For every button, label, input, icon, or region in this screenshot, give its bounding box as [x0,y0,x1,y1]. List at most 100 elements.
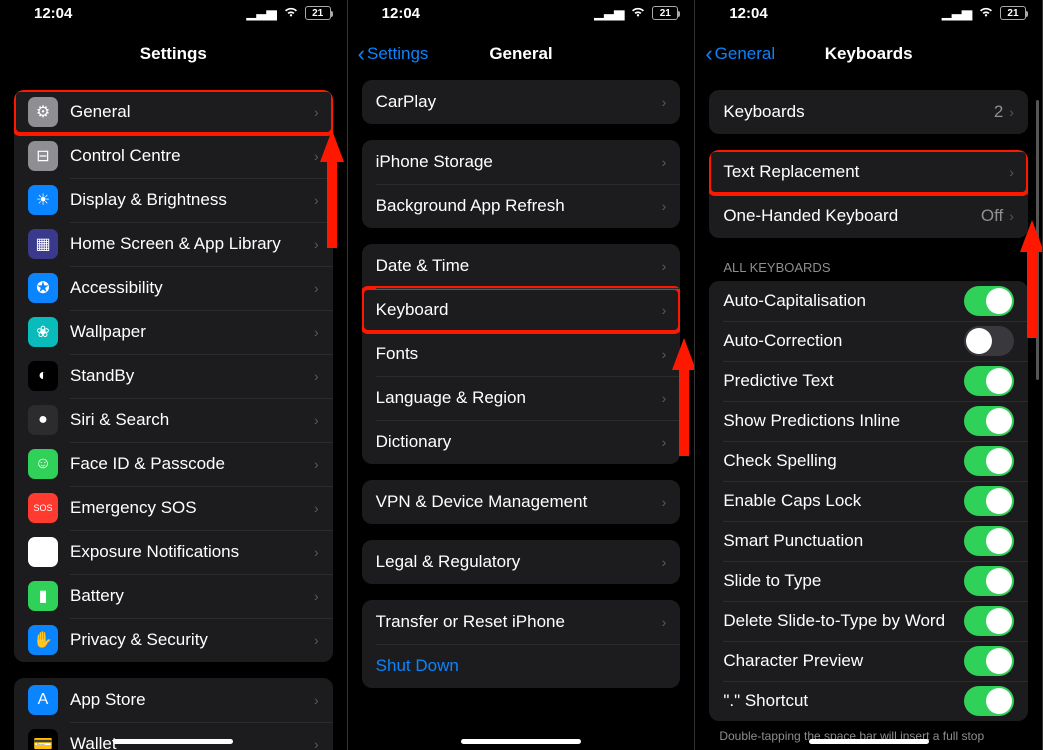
row-icon: ✋ [28,625,58,655]
row-icon: ◐ [28,361,58,391]
row-label: Battery [70,586,314,606]
toggle-switch[interactable] [964,406,1014,436]
keyboards-list[interactable]: Keyboards 2 › Text Replacement › One-Han… [695,74,1042,750]
chevron-left-icon: ‹ [705,43,712,65]
settings-row[interactable]: Legal & Regulatory › [362,540,681,584]
settings-row[interactable]: A App Store › [14,678,333,722]
status-time: 12:04 [711,5,767,22]
row-icon: ☺ [28,449,58,479]
settings-row[interactable]: Background App Refresh › [362,184,681,228]
row-label: Control Centre [70,146,314,166]
toggle-row: Auto-Correction [709,321,1028,361]
chevron-right-icon: › [662,614,667,630]
row-label: Legal & Regulatory [376,552,662,572]
toggle-row: Show Predictions Inline [709,401,1028,441]
annotation-arrow [320,130,344,162]
chevron-right-icon: › [1009,104,1014,120]
chevron-right-icon: › [1009,208,1014,224]
settings-row[interactable]: ✪ Accessibility › [14,266,333,310]
back-button[interactable]: ‹ General [705,43,775,65]
toggle-switch[interactable] [964,686,1014,716]
home-indicator[interactable] [809,739,929,744]
settings-row[interactable]: ☺ Face ID & Passcode › [14,442,333,486]
toggle-switch[interactable] [964,646,1014,676]
annotation-arrow [672,338,695,370]
toggle-row: Delete Slide-to-Type by Word [709,601,1028,641]
toggle-switch[interactable] [964,606,1014,636]
toggle-switch[interactable] [964,566,1014,596]
settings-row[interactable]: One-Handed Keyboard Off › [709,194,1028,238]
nav-bar: ‹ General Keyboards [695,34,1042,74]
toggle-switch[interactable] [964,526,1014,556]
settings-row[interactable]: ⊟ Control Centre › [14,134,333,178]
toggle-label: "." Shortcut [723,691,964,711]
settings-list[interactable]: ⚙ General › ⊟ Control Centre › ☀ Display… [0,74,347,750]
chevron-right-icon: › [662,302,667,318]
back-button[interactable]: ‹ Settings [358,43,429,65]
row-label: StandBy [70,366,314,386]
toggle-label: Slide to Type [723,571,964,591]
toggle-switch[interactable] [964,446,1014,476]
chevron-right-icon: › [662,390,667,406]
settings-row[interactable]: ◐ StandBy › [14,354,333,398]
toggle-switch[interactable] [964,326,1014,356]
row-label: Language & Region [376,388,662,408]
settings-row[interactable]: Keyboard › [362,288,681,332]
settings-row[interactable]: CarPlay › [362,80,681,124]
toggle-switch[interactable] [964,366,1014,396]
status-bar: 12:04 ▁▃▅ 21 [348,0,695,34]
wifi-icon [283,6,299,21]
toggle-label: Predictive Text [723,371,964,391]
settings-row[interactable]: Dictionary › [362,420,681,464]
toggle-row: Enable Caps Lock [709,481,1028,521]
toggle-row: "." Shortcut [709,681,1028,721]
settings-row[interactable]: Language & Region › [362,376,681,420]
settings-row[interactable]: ✹ Exposure Notifications › [14,530,333,574]
settings-row[interactable]: Transfer or Reset iPhone › [362,600,681,644]
row-value: Off [981,206,1003,226]
settings-row[interactable]: VPN & Device Management › [362,480,681,524]
row-label: Emergency SOS [70,498,314,518]
toggle-row: Check Spelling [709,441,1028,481]
toggle-switch[interactable] [964,286,1014,316]
row-icon: ☀ [28,185,58,215]
row-label: Exposure Notifications [70,542,314,562]
settings-row[interactable]: Fonts › [362,332,681,376]
settings-row[interactable]: Text Replacement › [709,150,1028,194]
settings-row[interactable]: Keyboards 2 › [709,90,1028,134]
chevron-right-icon: › [662,346,667,362]
chevron-right-icon: › [314,588,319,604]
toggle-switch[interactable] [964,486,1014,516]
toggle-label: Delete Slide-to-Type by Word [723,611,964,631]
row-icon: ⊟ [28,141,58,171]
settings-row[interactable]: ☀ Display & Brightness › [14,178,333,222]
settings-row[interactable]: ⚙ General › [14,90,333,134]
settings-row[interactable]: SOS Emergency SOS › [14,486,333,530]
home-indicator[interactable] [113,739,233,744]
battery-icon: 21 [1000,6,1026,20]
home-indicator[interactable] [461,739,581,744]
settings-row[interactable]: 💳 Wallet › [14,722,333,750]
back-label: General [715,44,775,64]
settings-row[interactable]: ▮ Battery › [14,574,333,618]
settings-row[interactable]: iPhone Storage › [362,140,681,184]
row-label: Dictionary [376,432,662,452]
row-icon: ✪ [28,273,58,303]
settings-row[interactable]: ✋ Privacy & Security › [14,618,333,662]
chevron-right-icon: › [314,736,319,750]
wifi-icon [630,6,646,21]
row-label: iPhone Storage [376,152,662,172]
row-label: One-Handed Keyboard [723,206,981,226]
settings-row[interactable]: ● Siri & Search › [14,398,333,442]
row-label: CarPlay [376,92,662,112]
settings-row[interactable]: Date & Time › [362,244,681,288]
chevron-right-icon: › [662,554,667,570]
row-label: Date & Time [376,256,662,276]
row-label: Face ID & Passcode [70,454,314,474]
settings-row[interactable]: ▦ Home Screen & App Library › [14,222,333,266]
row-label: Wallpaper [70,322,314,342]
general-list[interactable]: CarPlay › iPhone Storage › Background Ap… [348,70,695,746]
settings-row[interactable]: ❀ Wallpaper › [14,310,333,354]
settings-row[interactable]: Shut Down [362,644,681,688]
toggle-label: Auto-Correction [723,331,964,351]
